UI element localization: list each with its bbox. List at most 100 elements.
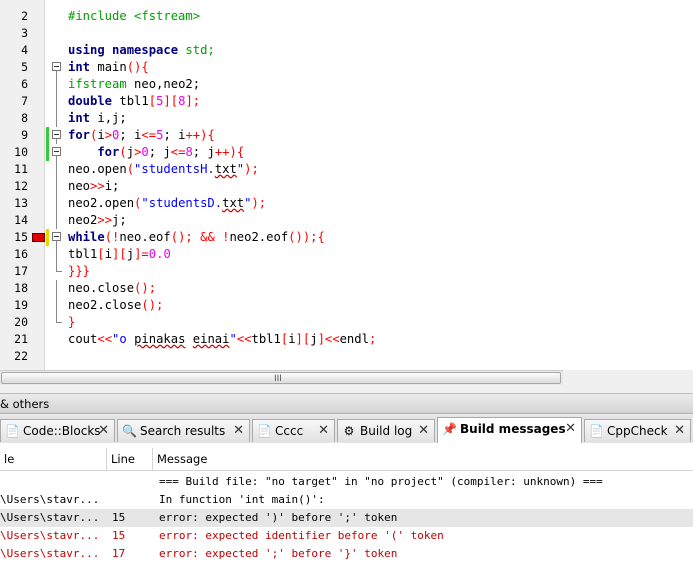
code-line[interactable]: 2 #include <fstream>	[0, 8, 693, 25]
code-line[interactable]: 10 for(j>0; j<=8; j++){	[0, 144, 693, 161]
code-line[interactable]: 8 int i,j;	[0, 110, 693, 127]
code-token: neo.open	[68, 162, 127, 176]
splitter[interactable]	[0, 385, 693, 393]
table-row[interactable]: \Users\stavr... 17 error: expected ';' bef…	[0, 545, 693, 563]
code-token: ; j	[148, 145, 171, 159]
close-icon[interactable]: ✕	[418, 420, 429, 442]
code-line[interactable]: 22	[0, 348, 693, 365]
close-icon[interactable]: ✕	[674, 420, 685, 442]
column-header-line[interactable]: Line	[107, 448, 153, 470]
tab-label: Cccc	[275, 424, 304, 438]
code-text[interactable]: cout<<"o pinakas einai"<<tbl1[i][j]<<end…	[68, 331, 376, 348]
code-text[interactable]: tbl1[i][j]=0.0	[68, 246, 171, 263]
close-icon[interactable]: ✕	[318, 420, 329, 442]
table-row[interactable]: \Users\stavr... 15 error: expected identif…	[0, 527, 693, 545]
close-icon[interactable]: ✕	[233, 420, 244, 442]
code-line[interactable]: 16 tbl1[i][j]=0.0	[0, 246, 693, 263]
code-line[interactable]: 4 using namespace std;	[0, 42, 693, 59]
table-row[interactable]: \Users\stavr... In function 'int main()':	[0, 491, 693, 509]
horizontal-scrollbar[interactable]: III	[0, 370, 563, 386]
column-header-message[interactable]: Message	[153, 448, 693, 470]
code-text[interactable]: neo2>>j;	[68, 212, 127, 229]
column-header-file[interactable]: le	[0, 448, 107, 470]
code-token: neo2	[68, 213, 98, 227]
code-text[interactable]: neo2.close();	[68, 297, 163, 314]
table-row[interactable]: === Build file: "no target" in "no proje…	[0, 473, 693, 491]
fold-line	[56, 280, 57, 297]
fold-end	[56, 314, 62, 323]
line-number: 8	[21, 111, 28, 125]
line-number: 19	[14, 298, 28, 312]
code-editor[interactable]: 2 #include <fstream> 3 4 using namespace std…	[0, 0, 693, 370]
line-number: 5	[21, 60, 28, 74]
code-token: #include <fstream>	[68, 9, 201, 23]
code-line[interactable]: 15 while(!neo.eof(); && !neo2.eof());{	[0, 229, 693, 246]
code-token: ;	[368, 332, 377, 346]
fold-toggle-icon[interactable]	[52, 147, 61, 156]
code-text[interactable]: neo.close();	[68, 280, 156, 297]
code-text[interactable]: int i,j;	[68, 110, 127, 127]
code-line[interactable]: 14 neo2>>j;	[0, 212, 693, 229]
code-token: i;	[104, 179, 120, 193]
fold-toggle-icon[interactable]	[52, 130, 61, 139]
code-text[interactable]: for(j>0; j<=8; j++){	[68, 144, 244, 161]
tab-build-messages[interactable]: 📌 Build messages ✕	[437, 417, 582, 443]
code-line[interactable]: 3	[0, 25, 693, 42]
code-token: ();	[134, 281, 157, 295]
close-icon[interactable]: ✕	[565, 418, 576, 440]
tab-search-results[interactable]: 🔍 Search results ✕	[117, 419, 250, 442]
line-number: 20	[14, 315, 28, 329]
code-line[interactable]: 13 neo2.open("studentsD.txt");	[0, 195, 693, 212]
code-text[interactable]: }}}	[68, 263, 90, 280]
code-token: (	[126, 162, 135, 176]
code-text[interactable]: double tbl1[5][8];	[68, 93, 200, 110]
tab-label: CppCheck	[607, 424, 668, 438]
row-message: error: expected ';' before '}' token	[159, 547, 398, 560]
code-line[interactable]: 7 double tbl1[5][8];	[0, 93, 693, 110]
row-file: \Users\stavr...	[0, 529, 100, 542]
code-text[interactable]: neo2.open("studentsD.txt");	[68, 195, 266, 212]
code-text[interactable]: }	[68, 314, 75, 331]
code-token: txt	[222, 196, 245, 210]
code-token: ());{	[288, 230, 325, 244]
line-number: 21	[14, 332, 28, 346]
code-token: tbl1	[112, 94, 149, 108]
tab-label: Build messages	[460, 422, 566, 436]
fold-toggle-icon[interactable]	[52, 62, 61, 71]
code-text[interactable]: #include <fstream>	[68, 8, 200, 25]
code-token: "o	[112, 332, 135, 346]
scrollbar-thumb[interactable]: III	[1, 372, 561, 384]
code-text[interactable]: neo>>i;	[68, 178, 119, 195]
code-token: for	[68, 145, 120, 159]
code-line[interactable]: 5 int main(){	[0, 59, 693, 76]
table-row[interactable]: \Users\stavr... 15 error: expected ')' bef…	[0, 509, 693, 527]
code-line[interactable]: 21 cout<<"o pinakas einai"<<tbl1[i][j]<<e…	[0, 331, 693, 348]
tab-cccc[interactable]: 📄 Cccc ✕	[252, 419, 335, 442]
code-line[interactable]: 19 neo2.close();	[0, 297, 693, 314]
code-text[interactable]: for(i>0; i<=5; i++){	[68, 127, 215, 144]
code-token: 0.0	[148, 247, 171, 261]
tab-code-blocks[interactable]: 📄 Code::Blocks ✕	[0, 419, 115, 442]
code-line[interactable]: 17}}}	[0, 263, 693, 280]
code-text[interactable]: neo.open("studentsH.txt");	[68, 161, 259, 178]
code-line[interactable]: 18 neo.close();	[0, 280, 693, 297]
code-text[interactable]: using namespace std;	[68, 42, 215, 59]
code-text[interactable]: ifstream neo,neo2;	[68, 76, 200, 93]
code-line[interactable]: 9 for(i>0; i<=5; i++){	[0, 127, 693, 144]
tab-build-log[interactable]: ⚙ Build log ✕	[337, 419, 435, 442]
code-text[interactable]: int main(){	[68, 59, 149, 76]
close-icon[interactable]: ✕	[98, 420, 109, 442]
code-token: >>	[97, 213, 113, 227]
code-line[interactable]: 11 neo.open("studentsH.txt");	[0, 161, 693, 178]
line-number: 4	[21, 43, 28, 57]
code-token: main	[90, 60, 127, 74]
code-line[interactable]: 20}	[0, 314, 693, 331]
fold-line	[56, 76, 57, 93]
code-token: i	[97, 128, 105, 142]
document-icon: 📄	[589, 424, 604, 438]
tab-cppcheck[interactable]: 📄 CppCheck ✕	[584, 419, 691, 442]
code-text[interactable]: while(!neo.eof(); && !neo2.eof());{	[68, 229, 325, 246]
fold-toggle-icon[interactable]	[52, 232, 61, 241]
code-line[interactable]: 12 neo>>i;	[0, 178, 693, 195]
code-line[interactable]: 6 ifstream neo,neo2;	[0, 76, 693, 93]
